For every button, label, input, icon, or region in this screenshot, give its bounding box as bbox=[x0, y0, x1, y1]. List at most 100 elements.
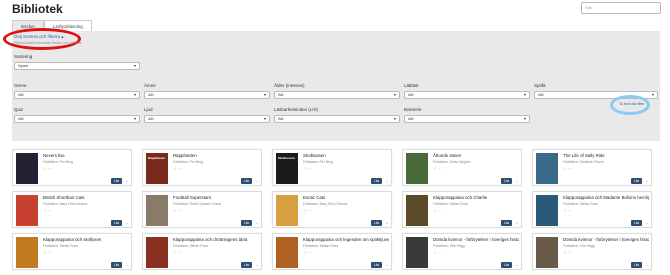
chevron-down-icon[interactable]: ⌄ bbox=[514, 178, 520, 184]
book-author: Författare: Per Berg bbox=[303, 160, 333, 164]
filter-select-audio[interactable]: Allt ▾ bbox=[144, 115, 270, 123]
book-title[interactable]: British Shorthair Cats bbox=[43, 195, 129, 200]
book-cover[interactable] bbox=[406, 195, 428, 226]
filter-select-series[interactable]: Allt ▾ bbox=[404, 115, 530, 123]
chevron-down-icon[interactable]: ⌄ bbox=[124, 262, 130, 268]
chevron-down-icon[interactable]: ⌄ bbox=[514, 220, 520, 226]
read-button[interactable]: Läs bbox=[371, 220, 382, 226]
book-card[interactable]: Skolbussen Skolbussen Författare: Per Berg… bbox=[272, 149, 392, 186]
chevron-down-icon[interactable]: ⌄ bbox=[644, 178, 650, 184]
book-title[interactable]: Klapporappaina och legenden om spökkjuve… bbox=[303, 237, 389, 242]
book-title[interactable]: Nevers live bbox=[43, 153, 129, 158]
book-title[interactable]: Skolbussen bbox=[303, 153, 389, 158]
read-button[interactable]: Läs bbox=[241, 262, 252, 268]
book-card[interactable]: British Shorthair Cats Författare: Mary E… bbox=[12, 191, 132, 228]
chevron-down-icon[interactable]: ⌄ bbox=[124, 178, 130, 184]
book-title[interactable]: Räpphästen bbox=[173, 153, 259, 158]
book-cover[interactable] bbox=[406, 153, 428, 184]
book-title[interactable]: The Life of Sally Ride bbox=[563, 153, 649, 158]
book-cover[interactable] bbox=[276, 237, 298, 268]
filter-select-age[interactable]: Allt ▾ bbox=[274, 91, 400, 99]
book-cover[interactable] bbox=[536, 195, 558, 226]
book-title[interactable]: Dömda kvinnor - förbrytelser i Sveriges … bbox=[563, 237, 649, 242]
book-cover[interactable] bbox=[536, 237, 558, 268]
toggle-filters-button[interactable]: Dölj Sortera och filtrera ▴ bbox=[14, 34, 64, 40]
chevron-down-icon[interactable]: ⌄ bbox=[514, 262, 520, 268]
rating-stars: ☆ -- bbox=[173, 208, 182, 213]
page-title: Bibliotek bbox=[12, 2, 63, 16]
book-card[interactable]: The Life of Sally Ride Författare: Elizab… bbox=[532, 149, 652, 186]
tab-led-reading[interactable]: Ledtyckläsning bbox=[44, 20, 92, 31]
book-card[interactable]: Football Superstars Författare: Teddi Cla… bbox=[142, 191, 262, 228]
book-cover[interactable] bbox=[536, 153, 558, 184]
chevron-down-icon[interactable]: ⌄ bbox=[384, 262, 390, 268]
chevron-down-icon[interactable]: ⌄ bbox=[384, 178, 390, 184]
book-card[interactable]: Dömda kvinnor - förbrytelser i Sveriges … bbox=[402, 233, 522, 270]
book-cover[interactable] bbox=[146, 237, 168, 268]
filter-select-lix[interactable]: Allt ▾ bbox=[274, 115, 400, 123]
read-button[interactable]: Läs bbox=[501, 220, 512, 226]
book-card[interactable]: Nevers live Författare: Per Berg ☆ -- Läs ⌄ bbox=[12, 149, 132, 186]
search-input[interactable]: Sök bbox=[581, 2, 661, 14]
read-button[interactable]: Läs bbox=[111, 262, 122, 268]
filter-select-subject[interactable]: Allt ▾ bbox=[144, 91, 270, 99]
book-card[interactable]: Åttonde steien Författare: Greta Sjögren ☆… bbox=[402, 149, 522, 186]
book-cover[interactable] bbox=[16, 153, 38, 184]
read-button[interactable]: Läs bbox=[631, 178, 642, 184]
book-card[interactable]: Klapporappaina och Madame Bofvins hemlig… bbox=[532, 191, 652, 228]
chevron-down-icon[interactable]: ⌄ bbox=[644, 220, 650, 226]
read-button[interactable]: Läs bbox=[241, 220, 252, 226]
read-button[interactable]: Läs bbox=[371, 262, 382, 268]
read-button[interactable]: Läs bbox=[371, 178, 382, 184]
read-button[interactable]: Läs bbox=[631, 262, 642, 268]
sort-select[interactable]: Nyast ▾ bbox=[14, 62, 140, 70]
chevron-down-icon[interactable]: ⌄ bbox=[254, 262, 260, 268]
book-cover[interactable] bbox=[16, 237, 38, 268]
filter-label-subject: Ämne bbox=[144, 83, 156, 88]
chevron-down-icon[interactable]: ⌄ bbox=[384, 220, 390, 226]
book-cover[interactable]: Skolbussen bbox=[276, 153, 298, 184]
filter-label-age: Ålder (intresse) bbox=[274, 83, 305, 88]
book-cover[interactable] bbox=[276, 195, 298, 226]
filter-select-quiz[interactable]: Allt ▾ bbox=[14, 115, 140, 123]
book-title[interactable]: Klapporappaina och Madame Bofvins hemlig… bbox=[563, 195, 649, 200]
rating-stars: ☆ -- bbox=[173, 166, 182, 171]
book-card[interactable]: Dömda kvinnor - förbrytelser i Sveriges … bbox=[532, 233, 652, 270]
book-title[interactable]: Exotic Cats bbox=[303, 195, 389, 200]
book-author: Författare: Mary Ellen Klukow bbox=[43, 202, 88, 206]
book-author: Författare: Stefan Ross bbox=[563, 202, 599, 206]
read-button[interactable]: Läs bbox=[501, 178, 512, 184]
chevron-down-icon[interactable]: ⌄ bbox=[254, 220, 260, 226]
book-card[interactable]: Exotic Cats Författare: Mary Ellen Klukow… bbox=[272, 191, 392, 228]
read-button[interactable]: Läs bbox=[111, 178, 122, 184]
rating-stars: ☆ -- bbox=[563, 250, 572, 255]
book-title[interactable]: Dömda kvinnor - förbrytelser i Sveriges … bbox=[433, 237, 519, 242]
book-card[interactable]: Räpphästen Räpphästen Författare: Per Berg… bbox=[142, 149, 262, 186]
book-card[interactable]: Klapporappaina och drottningens tärta För… bbox=[142, 233, 262, 270]
book-title[interactable]: Åttonde steien bbox=[433, 153, 519, 158]
rating-stars: ☆ -- bbox=[433, 208, 442, 213]
book-card[interactable]: Klapporappaina och Charlie Författare: St… bbox=[402, 191, 522, 228]
book-title[interactable]: Klapporappaina och Charlie bbox=[433, 195, 519, 200]
book-cover[interactable] bbox=[406, 237, 428, 268]
chevron-down-icon[interactable]: ⌄ bbox=[644, 262, 650, 268]
book-cover[interactable] bbox=[146, 195, 168, 226]
read-button[interactable]: Läs bbox=[241, 178, 252, 184]
read-button[interactable]: Läs bbox=[501, 262, 512, 268]
tab-books[interactable]: Böcker bbox=[12, 20, 45, 31]
chevron-down-icon[interactable]: ⌄ bbox=[124, 220, 130, 226]
book-title[interactable]: Klapporappaina och drottningens tärta bbox=[173, 237, 259, 242]
chevron-down-icon[interactable]: ⌄ bbox=[254, 178, 260, 184]
read-button[interactable]: Läs bbox=[631, 220, 642, 226]
read-button[interactable]: Läs bbox=[111, 220, 122, 226]
book-cover[interactable]: Räpphästen bbox=[146, 153, 168, 184]
book-title[interactable]: Football Superstars bbox=[173, 195, 259, 200]
reset-filters-link[interactable]: Ta bort alla filter bbox=[619, 102, 644, 106]
book-card[interactable]: Klapporappaina och legenden om spökkjuve… bbox=[272, 233, 392, 270]
book-title[interactable]: Klapporappaina och skollyxen bbox=[43, 237, 129, 242]
filter-select-easy-read[interactable]: Allt ▾ bbox=[404, 91, 530, 99]
filter-select-genre[interactable]: Allt ▾ bbox=[14, 91, 140, 99]
rating-stars: ☆ -- bbox=[303, 166, 312, 171]
book-cover[interactable] bbox=[16, 195, 38, 226]
book-card[interactable]: Klapporappaina och skollyxen Författare: … bbox=[12, 233, 132, 270]
